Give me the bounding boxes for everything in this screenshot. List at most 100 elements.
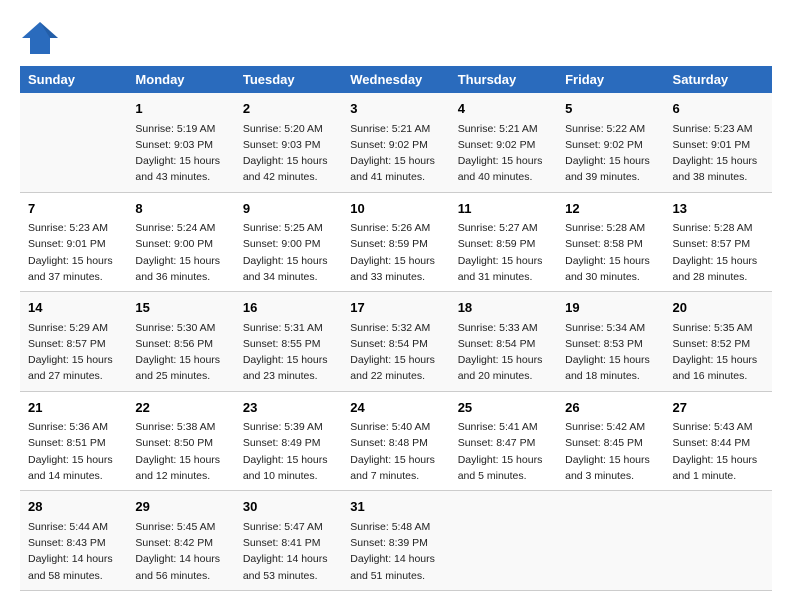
cell-info: Sunrise: 5:21 AMSunset: 9:02 PMDaylight:…: [458, 121, 549, 186]
cell-info: Sunrise: 5:23 AMSunset: 9:01 PMDaylight:…: [673, 121, 764, 186]
day-number: 4: [458, 99, 549, 119]
calendar-cell: [450, 491, 557, 591]
cell-info: Sunrise: 5:30 AMSunset: 8:56 PMDaylight:…: [135, 320, 226, 385]
cell-info: Sunrise: 5:36 AMSunset: 8:51 PMDaylight:…: [28, 419, 119, 484]
cell-info: Sunrise: 5:35 AMSunset: 8:52 PMDaylight:…: [673, 320, 764, 385]
calendar-cell: [665, 491, 772, 591]
cell-info: Sunrise: 5:20 AMSunset: 9:03 PMDaylight:…: [243, 121, 334, 186]
cell-info: Sunrise: 5:44 AMSunset: 8:43 PMDaylight:…: [28, 519, 119, 584]
calendar-week-row: 1Sunrise: 5:19 AMSunset: 9:03 PMDaylight…: [20, 93, 772, 192]
calendar-cell: 11Sunrise: 5:27 AMSunset: 8:59 PMDayligh…: [450, 192, 557, 292]
logo-icon: [20, 20, 60, 56]
day-number: 14: [28, 298, 119, 318]
day-number: 3: [350, 99, 441, 119]
day-number: 16: [243, 298, 334, 318]
calendar-cell: 31Sunrise: 5:48 AMSunset: 8:39 PMDayligh…: [342, 491, 449, 591]
cell-info: Sunrise: 5:24 AMSunset: 9:00 PMDaylight:…: [135, 220, 226, 285]
day-number: 28: [28, 497, 119, 517]
cell-info: Sunrise: 5:34 AMSunset: 8:53 PMDaylight:…: [565, 320, 656, 385]
cell-info: Sunrise: 5:26 AMSunset: 8:59 PMDaylight:…: [350, 220, 441, 285]
weekday-header-tuesday: Tuesday: [235, 66, 342, 93]
cell-info: Sunrise: 5:28 AMSunset: 8:58 PMDaylight:…: [565, 220, 656, 285]
day-number: 6: [673, 99, 764, 119]
cell-info: Sunrise: 5:39 AMSunset: 8:49 PMDaylight:…: [243, 419, 334, 484]
cell-info: Sunrise: 5:31 AMSunset: 8:55 PMDaylight:…: [243, 320, 334, 385]
calendar-cell: 16Sunrise: 5:31 AMSunset: 8:55 PMDayligh…: [235, 292, 342, 392]
cell-info: Sunrise: 5:28 AMSunset: 8:57 PMDaylight:…: [673, 220, 764, 285]
logo: [20, 20, 66, 56]
day-number: 8: [135, 199, 226, 219]
day-number: 1: [135, 99, 226, 119]
calendar-cell: 19Sunrise: 5:34 AMSunset: 8:53 PMDayligh…: [557, 292, 664, 392]
day-number: 10: [350, 199, 441, 219]
calendar-cell: 3Sunrise: 5:21 AMSunset: 9:02 PMDaylight…: [342, 93, 449, 192]
day-number: 17: [350, 298, 441, 318]
day-number: 12: [565, 199, 656, 219]
calendar-cell: 29Sunrise: 5:45 AMSunset: 8:42 PMDayligh…: [127, 491, 234, 591]
day-number: 20: [673, 298, 764, 318]
calendar-cell: [557, 491, 664, 591]
calendar-cell: 10Sunrise: 5:26 AMSunset: 8:59 PMDayligh…: [342, 192, 449, 292]
calendar-cell: 5Sunrise: 5:22 AMSunset: 9:02 PMDaylight…: [557, 93, 664, 192]
weekday-header-row: SundayMondayTuesdayWednesdayThursdayFrid…: [20, 66, 772, 93]
cell-info: Sunrise: 5:40 AMSunset: 8:48 PMDaylight:…: [350, 419, 441, 484]
cell-info: Sunrise: 5:27 AMSunset: 8:59 PMDaylight:…: [458, 220, 549, 285]
calendar-week-row: 7Sunrise: 5:23 AMSunset: 9:01 PMDaylight…: [20, 192, 772, 292]
day-number: 5: [565, 99, 656, 119]
header: [20, 20, 772, 56]
calendar-cell: 8Sunrise: 5:24 AMSunset: 9:00 PMDaylight…: [127, 192, 234, 292]
cell-info: Sunrise: 5:32 AMSunset: 8:54 PMDaylight:…: [350, 320, 441, 385]
day-number: 13: [673, 199, 764, 219]
cell-info: Sunrise: 5:47 AMSunset: 8:41 PMDaylight:…: [243, 519, 334, 584]
cell-info: Sunrise: 5:48 AMSunset: 8:39 PMDaylight:…: [350, 519, 441, 584]
cell-info: Sunrise: 5:38 AMSunset: 8:50 PMDaylight:…: [135, 419, 226, 484]
calendar-cell: 7Sunrise: 5:23 AMSunset: 9:01 PMDaylight…: [20, 192, 127, 292]
day-number: 11: [458, 199, 549, 219]
day-number: 24: [350, 398, 441, 418]
day-number: 26: [565, 398, 656, 418]
day-number: 9: [243, 199, 334, 219]
cell-info: Sunrise: 5:45 AMSunset: 8:42 PMDaylight:…: [135, 519, 226, 584]
day-number: 23: [243, 398, 334, 418]
weekday-header-monday: Monday: [127, 66, 234, 93]
cell-info: Sunrise: 5:33 AMSunset: 8:54 PMDaylight:…: [458, 320, 549, 385]
day-number: 7: [28, 199, 119, 219]
weekday-header-thursday: Thursday: [450, 66, 557, 93]
calendar-table: SundayMondayTuesdayWednesdayThursdayFrid…: [20, 66, 772, 591]
calendar-cell: 20Sunrise: 5:35 AMSunset: 8:52 PMDayligh…: [665, 292, 772, 392]
calendar-cell: 17Sunrise: 5:32 AMSunset: 8:54 PMDayligh…: [342, 292, 449, 392]
day-number: 21: [28, 398, 119, 418]
calendar-cell: 28Sunrise: 5:44 AMSunset: 8:43 PMDayligh…: [20, 491, 127, 591]
weekday-header-saturday: Saturday: [665, 66, 772, 93]
calendar-cell: 22Sunrise: 5:38 AMSunset: 8:50 PMDayligh…: [127, 391, 234, 491]
day-number: 25: [458, 398, 549, 418]
calendar-cell: 21Sunrise: 5:36 AMSunset: 8:51 PMDayligh…: [20, 391, 127, 491]
day-number: 30: [243, 497, 334, 517]
weekday-header-wednesday: Wednesday: [342, 66, 449, 93]
day-number: 27: [673, 398, 764, 418]
cell-info: Sunrise: 5:43 AMSunset: 8:44 PMDaylight:…: [673, 419, 764, 484]
cell-info: Sunrise: 5:41 AMSunset: 8:47 PMDaylight:…: [458, 419, 549, 484]
calendar-week-row: 21Sunrise: 5:36 AMSunset: 8:51 PMDayligh…: [20, 391, 772, 491]
day-number: 22: [135, 398, 226, 418]
day-number: 15: [135, 298, 226, 318]
weekday-header-friday: Friday: [557, 66, 664, 93]
calendar-cell: 1Sunrise: 5:19 AMSunset: 9:03 PMDaylight…: [127, 93, 234, 192]
calendar-cell: 23Sunrise: 5:39 AMSunset: 8:49 PMDayligh…: [235, 391, 342, 491]
calendar-cell: 2Sunrise: 5:20 AMSunset: 9:03 PMDaylight…: [235, 93, 342, 192]
calendar-cell: 14Sunrise: 5:29 AMSunset: 8:57 PMDayligh…: [20, 292, 127, 392]
cell-info: Sunrise: 5:25 AMSunset: 9:00 PMDaylight:…: [243, 220, 334, 285]
calendar-cell: 4Sunrise: 5:21 AMSunset: 9:02 PMDaylight…: [450, 93, 557, 192]
calendar-cell: 30Sunrise: 5:47 AMSunset: 8:41 PMDayligh…: [235, 491, 342, 591]
calendar-week-row: 28Sunrise: 5:44 AMSunset: 8:43 PMDayligh…: [20, 491, 772, 591]
day-number: 31: [350, 497, 441, 517]
calendar-cell: 24Sunrise: 5:40 AMSunset: 8:48 PMDayligh…: [342, 391, 449, 491]
cell-info: Sunrise: 5:29 AMSunset: 8:57 PMDaylight:…: [28, 320, 119, 385]
calendar-cell: 15Sunrise: 5:30 AMSunset: 8:56 PMDayligh…: [127, 292, 234, 392]
weekday-header-sunday: Sunday: [20, 66, 127, 93]
cell-info: Sunrise: 5:21 AMSunset: 9:02 PMDaylight:…: [350, 121, 441, 186]
calendar-week-row: 14Sunrise: 5:29 AMSunset: 8:57 PMDayligh…: [20, 292, 772, 392]
cell-info: Sunrise: 5:23 AMSunset: 9:01 PMDaylight:…: [28, 220, 119, 285]
day-number: 18: [458, 298, 549, 318]
day-number: 29: [135, 497, 226, 517]
